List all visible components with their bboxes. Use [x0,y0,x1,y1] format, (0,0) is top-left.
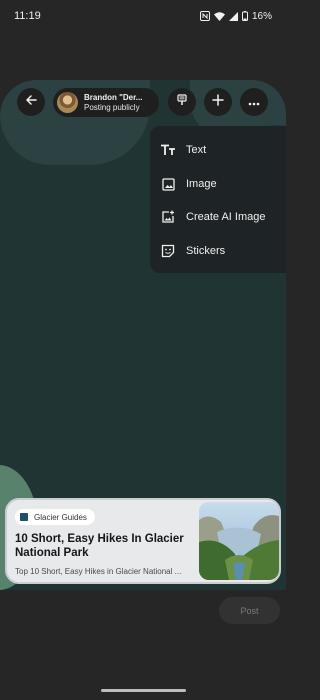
post-button[interactable]: Post [219,597,280,624]
status-time: 11:19 [14,10,41,22]
menu-item-label: Text [186,144,207,156]
sticker-icon [159,242,177,260]
card-title: 10 Short, Easy Hikes In Glacier National… [15,533,184,559]
card-description: Top 10 Short, Easy Hikes in Glacier Nati… [15,566,182,576]
menu-item-stickers[interactable]: Stickers [150,236,286,266]
more-button[interactable] [240,88,268,116]
post-button-label: Post [240,605,259,616]
author-chip[interactable]: Brandon "Der... Posting publicly [53,88,159,117]
menu-item-image[interactable]: Image [150,169,286,199]
signal-icon [228,11,238,21]
link-preview-card[interactable]: Glacier Guides 10 Short, Easy Hikes In G… [5,498,281,584]
avatar [57,92,78,113]
wallpaper-button[interactable] [168,88,196,116]
author-name: Brandon "Der... [84,93,143,103]
more-horizontal-icon [248,93,260,111]
source-logo-icon [20,513,28,521]
menu-item-label: Create AI Image [186,211,266,223]
menu-item-text[interactable]: Text [150,135,286,165]
image-icon [159,175,177,193]
card-thumbnail [199,502,279,580]
wallpaper-icon [176,93,188,111]
status-icons: 16% [199,10,272,22]
battery-icon [241,11,248,21]
home-indicator[interactable] [101,689,186,692]
menu-item-create-ai-image[interactable]: Create AI Image [150,202,286,232]
source-name: Glacier Guides [34,512,87,522]
posting-visibility: Posting publicly [84,102,140,112]
arrow-left-icon [25,93,37,111]
battery-percent: 16% [251,10,272,22]
ai-image-icon [159,208,177,226]
menu-item-label: Stickers [186,245,226,257]
wifi-icon [213,11,225,21]
add-button[interactable] [204,88,232,116]
source-chip: Glacier Guides [15,509,95,525]
text-format-icon [159,141,177,159]
nfc-icon [199,11,210,21]
status-bar: 11:19 16% [0,0,286,32]
add-content-menu: Text Image Create AI Image Stickers [150,126,286,273]
menu-item-label: Image [186,178,217,190]
back-button[interactable] [17,88,45,116]
plus-icon [212,93,224,111]
